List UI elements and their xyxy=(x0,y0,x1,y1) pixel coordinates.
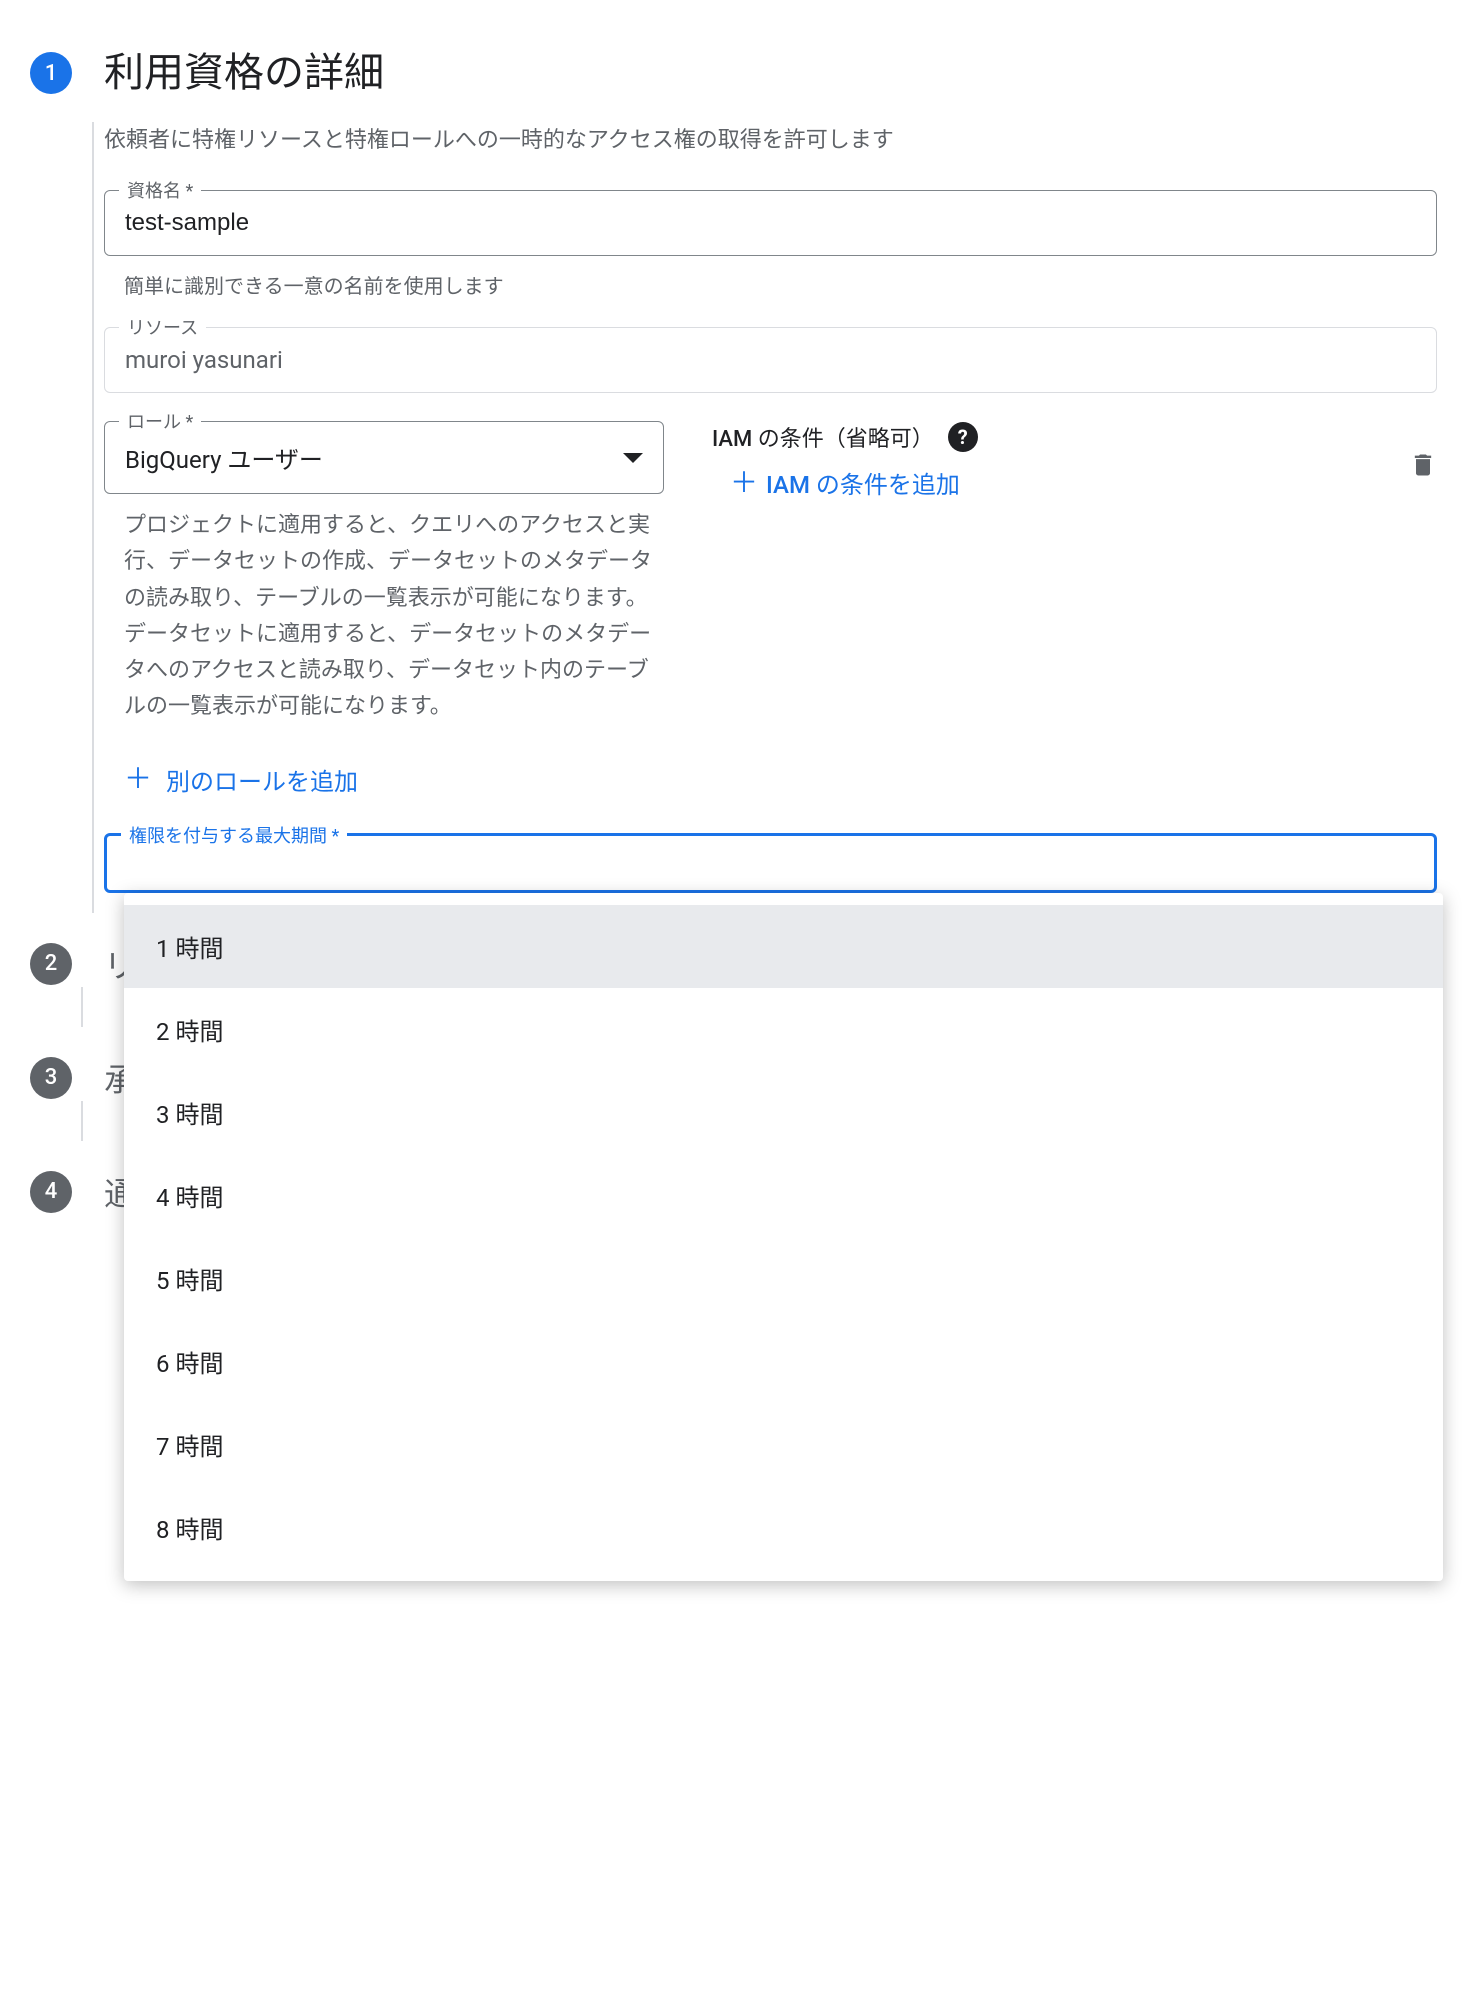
delete-role-button[interactable] xyxy=(1369,421,1437,485)
chevron-down-icon xyxy=(623,453,643,463)
entitlement-name-helper: 簡単に識別できる一意の名前を使用します xyxy=(104,270,1437,299)
step-1-subtitle: 依頼者に特権リソースと特権ロールへの一時的なアクセス権の取得を許可します xyxy=(104,122,1437,154)
role-select[interactable]: ロール * BigQuery ユーザー xyxy=(104,421,664,494)
add-role-label: 別のロールを追加 xyxy=(166,762,358,797)
duration-option[interactable]: 4 時間 xyxy=(124,1154,1443,1237)
resource-field: リソース muroi yasunari xyxy=(104,327,1437,393)
role-label: ロール * xyxy=(119,408,201,434)
iam-condition-header: IAM の条件（省略可） xyxy=(712,421,934,453)
entitlement-name-label: 資格名 * xyxy=(119,177,201,203)
role-description: プロジェクトに適用すると、クエリへのアクセスと実行、データセットの作成、データセ… xyxy=(104,508,664,726)
max-duration-select[interactable]: 権限を付与する最大期間 * xyxy=(104,833,1437,893)
duration-option[interactable]: 3 時間 xyxy=(124,1071,1443,1154)
step-4-indicator[interactable]: 4 xyxy=(30,1171,72,1213)
trash-icon xyxy=(1409,449,1437,481)
add-role-button[interactable]: ＋ 別のロールを追加 xyxy=(124,762,1437,797)
entitlement-name-input[interactable] xyxy=(125,209,1416,237)
plus-icon: ＋ xyxy=(124,765,152,793)
add-iam-condition-button[interactable]: ＋ IAM の条件を追加 xyxy=(730,465,1321,500)
step-1-title: 利用資格の詳細 xyxy=(104,40,1437,98)
step-3-indicator[interactable]: 3 xyxy=(30,1057,72,1099)
entitlement-name-field[interactable]: 資格名 * xyxy=(104,190,1437,256)
step-2-indicator[interactable]: 2 xyxy=(30,943,72,985)
step-1-indicator: 1 xyxy=(30,52,72,94)
step-2-number: 2 xyxy=(45,951,58,976)
duration-option[interactable]: 6 時間 xyxy=(124,1320,1443,1403)
duration-option[interactable]: 7 時間 xyxy=(124,1403,1443,1486)
step-1-number: 1 xyxy=(45,61,58,86)
resource-value: muroi yasunari xyxy=(125,346,1416,374)
role-value: BigQuery ユーザー xyxy=(125,440,323,475)
duration-option[interactable]: 8 時間 xyxy=(124,1486,1443,1569)
duration-option[interactable]: 5 時間 xyxy=(124,1237,1443,1320)
max-duration-dropdown: 1 時間2 時間3 時間4 時間5 時間6 時間7 時間8 時間 xyxy=(124,893,1443,1581)
add-iam-condition-label: IAM の条件を追加 xyxy=(766,465,960,500)
duration-option[interactable]: 2 時間 xyxy=(124,988,1443,1071)
help-icon[interactable]: ? xyxy=(948,422,978,452)
duration-option[interactable]: 1 時間 xyxy=(124,905,1443,988)
step-3-number: 3 xyxy=(45,1065,58,1090)
max-duration-label: 権限を付与する最大期間 * xyxy=(121,822,347,848)
resource-label: リソース xyxy=(119,314,206,340)
step-4-number: 4 xyxy=(45,1179,58,1204)
plus-icon: ＋ xyxy=(730,469,758,497)
